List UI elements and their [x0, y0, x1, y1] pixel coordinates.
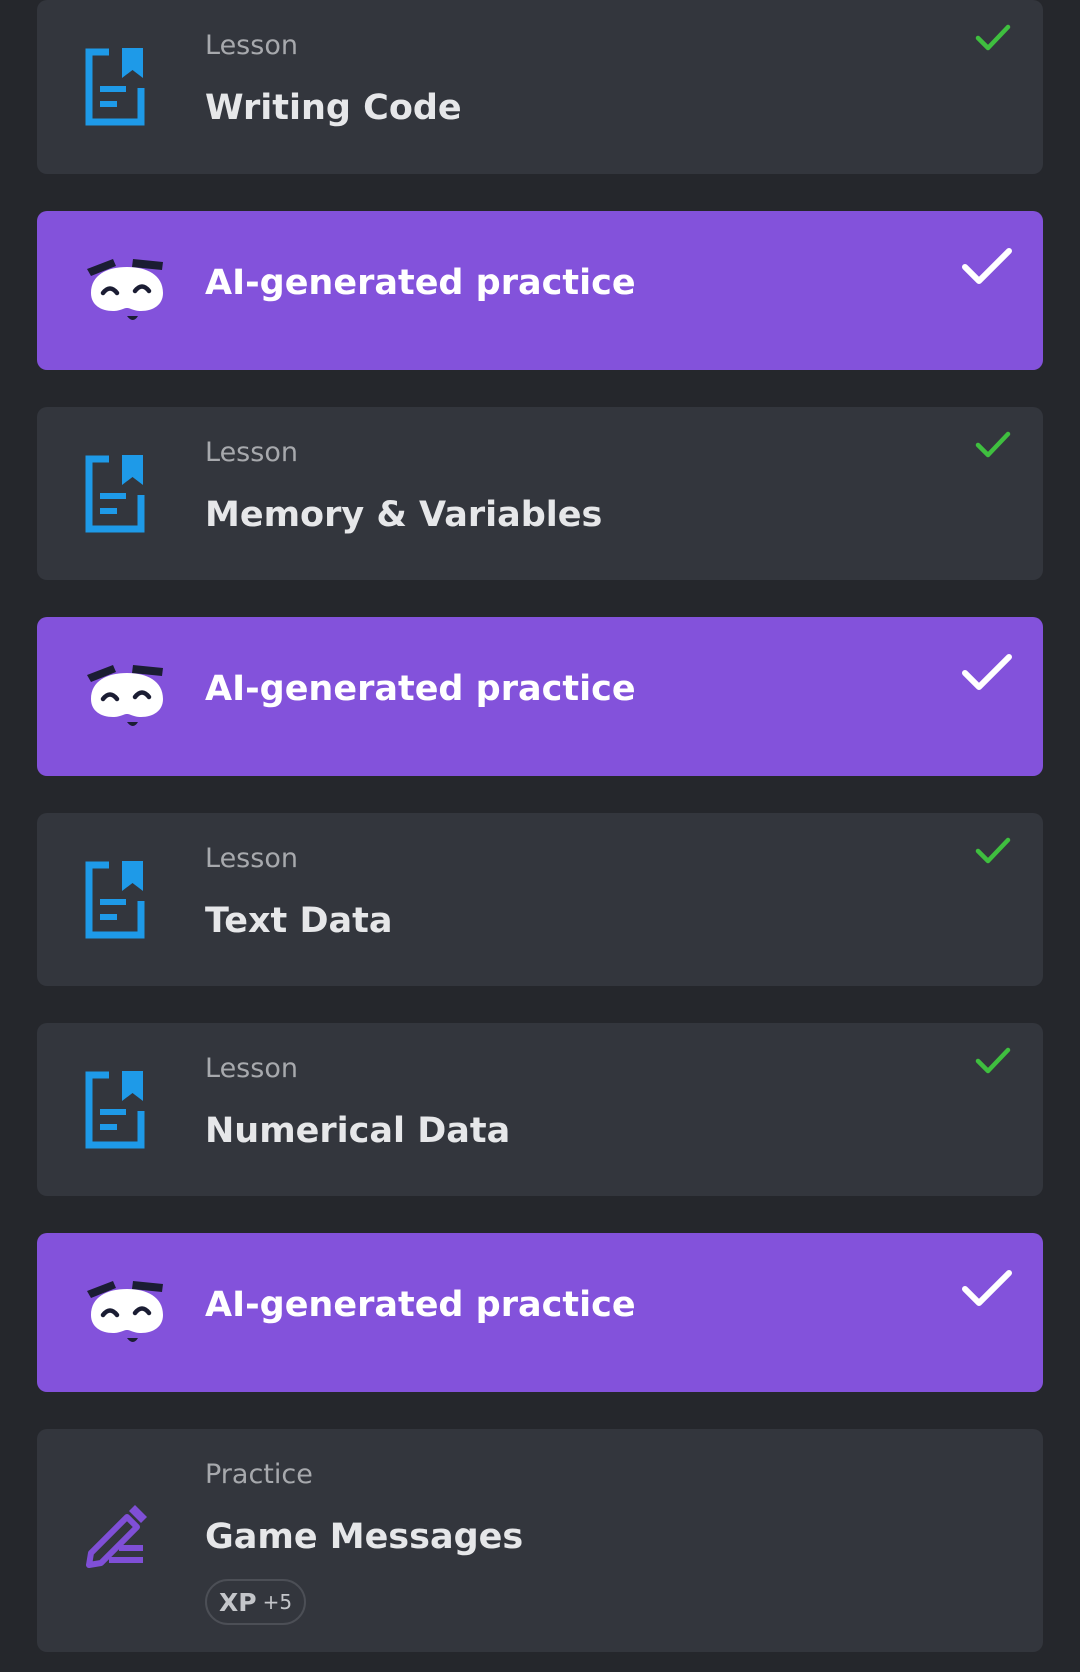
practice-card-game-messages[interactable]: Practice Game Messages XP +5 — [37, 1429, 1043, 1652]
card-title: AI-generated practice — [205, 263, 636, 303]
ai-mascot-icon — [87, 665, 163, 726]
xp-label: XP — [219, 1587, 257, 1617]
ai-mascot-icon — [87, 259, 163, 320]
document-bookmark-icon — [85, 861, 145, 939]
card-subtitle: Practice — [205, 1459, 313, 1490]
card-title: Numerical Data — [205, 1111, 511, 1151]
lesson-card-writing-code[interactable]: Lesson Writing Code — [37, 0, 1043, 174]
xp-badge: XP +5 — [205, 1579, 307, 1625]
pencil-icon — [86, 1505, 147, 1568]
check-icon — [962, 654, 1012, 690]
card-title: AI-generated practice — [205, 1285, 636, 1325]
card-title: Writing Code — [205, 88, 462, 128]
document-bookmark-icon — [85, 48, 145, 126]
ai-practice-card[interactable]: AI-generated practice — [37, 1233, 1043, 1392]
card-subtitle: Lesson — [205, 437, 298, 468]
ai-practice-card[interactable]: AI-generated practice — [37, 211, 1043, 370]
check-icon — [975, 1047, 1011, 1074]
lesson-card-memory-variables[interactable]: Lesson Memory & Variables — [37, 407, 1043, 580]
lesson-card-text-data[interactable]: Lesson Text Data — [37, 813, 1043, 986]
xp-value: +5 — [262, 1590, 293, 1614]
check-icon — [975, 24, 1011, 51]
card-subtitle: Lesson — [205, 1053, 298, 1084]
check-icon — [962, 248, 1012, 284]
ai-practice-card[interactable]: AI-generated practice — [37, 617, 1043, 776]
lesson-card-numerical-data[interactable]: Lesson Numerical Data — [37, 1023, 1043, 1196]
check-icon — [975, 837, 1011, 864]
document-bookmark-icon — [85, 455, 145, 533]
check-icon — [975, 431, 1011, 458]
document-bookmark-icon — [85, 1071, 145, 1149]
card-title: Text Data — [205, 901, 393, 941]
ai-mascot-icon — [87, 1281, 163, 1342]
check-icon — [962, 1270, 1012, 1306]
card-title: Game Messages — [205, 1517, 524, 1557]
card-title: AI-generated practice — [205, 669, 636, 709]
card-subtitle: Lesson — [205, 843, 298, 874]
card-title: Memory & Variables — [205, 495, 603, 535]
card-subtitle: Lesson — [205, 30, 298, 61]
